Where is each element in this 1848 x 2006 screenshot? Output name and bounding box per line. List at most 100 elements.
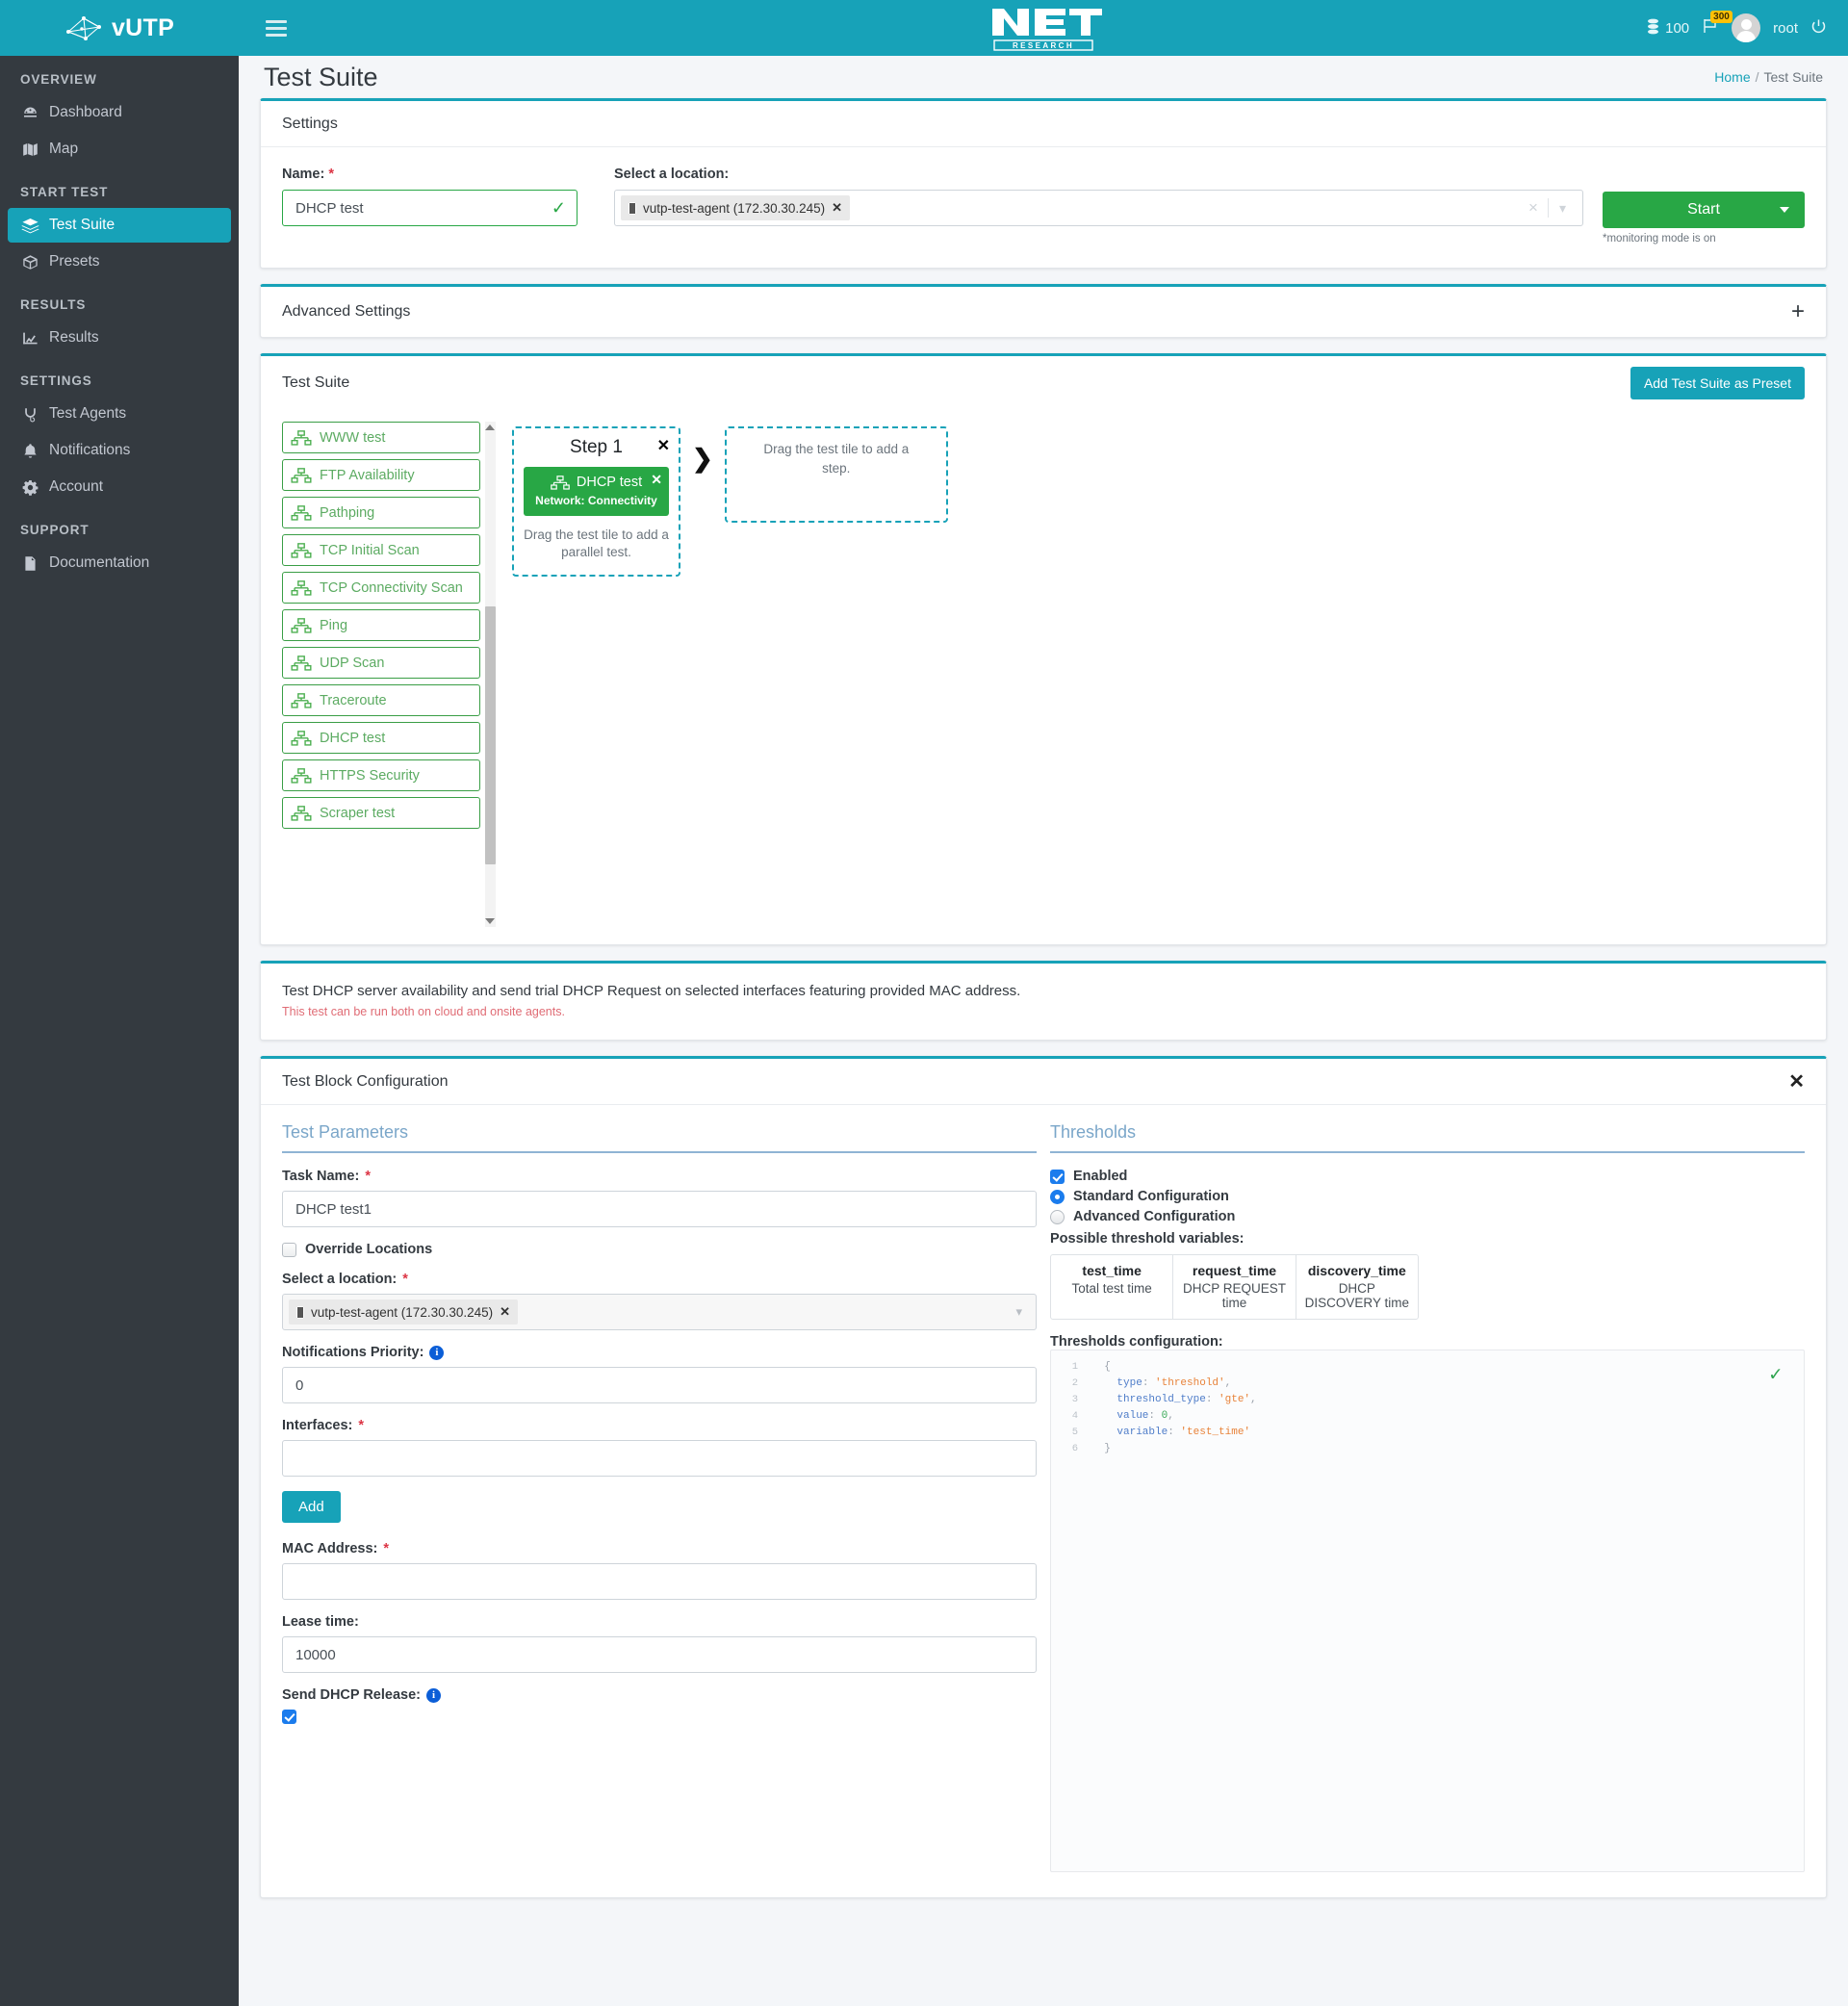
close-icon[interactable]: ✕	[1788, 1072, 1805, 1092]
suite-name-input[interactable]	[282, 190, 578, 226]
step-test-tile[interactable]: DHCP test Network: Connectivity ✕	[524, 467, 669, 516]
add-interface-group: Add	[282, 1491, 1037, 1523]
advanced-settings-card[interactable]: Advanced Settings +	[260, 284, 1827, 338]
line-number: 2	[1071, 1376, 1078, 1389]
location-chip: vutp-test-agent (172.30.30.245) ✕	[621, 195, 851, 220]
mac-address-group: MAC Address: *	[282, 1541, 1037, 1600]
start-button[interactable]: Start	[1603, 192, 1805, 228]
threshold-variable-desc: DHCP DISCOVERY time	[1304, 1281, 1409, 1310]
test-tile[interactable]: DHCP test	[282, 722, 480, 754]
tbc-location-multiselect[interactable]: vutp-test-agent (172.30.30.245) ✕ ▾	[282, 1294, 1037, 1330]
chip-remove-icon[interactable]: ✕	[500, 1304, 510, 1320]
chip-remove-icon[interactable]: ✕	[832, 200, 842, 216]
location-multiselect[interactable]: vutp-test-agent (172.30.30.245) ✕ × ▾	[614, 190, 1583, 226]
test-suite-card: Test Suite Add Test Suite as Preset WWW …	[260, 353, 1827, 945]
interfaces-input[interactable]	[282, 1440, 1037, 1477]
thresholds-configuration-label: Thresholds configuration:	[1050, 1334, 1223, 1350]
network-icon	[291, 542, 312, 558]
test-tile[interactable]: Ping	[282, 609, 480, 641]
code-text: }	[1104, 1442, 1111, 1454]
credits-indicator[interactable]: 100	[1647, 18, 1689, 39]
add-step-dropzone[interactable]: Drag the test tile to add a step.	[724, 426, 948, 523]
code-text: type: 'threshold',	[1116, 1376, 1232, 1389]
code-text: {	[1104, 1360, 1111, 1373]
standard-configuration-radio[interactable]	[1050, 1189, 1065, 1204]
sidebar-section-overview: OVERVIEW	[20, 72, 97, 87]
override-locations-row[interactable]: Override Locations	[282, 1242, 1037, 1257]
scrollbar-thumb[interactable]	[485, 606, 496, 864]
advanced-settings-header[interactable]: Advanced Settings +	[261, 287, 1826, 337]
notifications-priority-label: Notifications Priority: i	[282, 1345, 1037, 1360]
tbc-header: Test Block Configuration ✕	[261, 1059, 1826, 1105]
test-description-text: Test DHCP server availability and send t…	[282, 983, 1021, 999]
code-text: value: 0,	[1116, 1409, 1174, 1422]
test-tile[interactable]: TCP Connectivity Scan	[282, 572, 480, 604]
test-tile[interactable]: HTTPS Security	[282, 759, 480, 791]
sidebar-item-documentation[interactable]: Documentation	[8, 546, 231, 580]
avatar[interactable]	[1732, 13, 1761, 42]
sidebar-item-map[interactable]: Map	[8, 132, 231, 167]
task-name-input[interactable]	[282, 1191, 1037, 1227]
hamburger-icon[interactable]	[266, 16, 287, 40]
sidebar-item-dashboard[interactable]: Dashboard	[8, 95, 231, 130]
power-icon[interactable]	[1810, 18, 1827, 39]
override-locations-checkbox[interactable]	[282, 1242, 296, 1257]
thresholds-code-editor[interactable]: 1 {2 type: 'threshold', 3 threshold_type:…	[1050, 1350, 1805, 1872]
sidebar-item-results[interactable]: Results	[8, 321, 231, 355]
step-card-1[interactable]: Step 1 ✕ DHCP test Network: Connectivity…	[512, 426, 680, 578]
test-parameters-panel: Test Parameters Task Name:* Override Loc…	[282, 1122, 1037, 1872]
test-tile[interactable]: TCP Initial Scan	[282, 534, 480, 566]
scroll-up-icon[interactable]	[485, 424, 495, 430]
monitoring-mode-note: *monitoring mode is on	[1603, 233, 1716, 244]
chevron-down-icon[interactable]: ▾	[1015, 1304, 1030, 1320]
sidebar-item-presets[interactable]: Presets	[8, 244, 231, 279]
info-icon[interactable]: i	[429, 1345, 445, 1360]
scroll-down-icon[interactable]	[485, 918, 495, 924]
advanced-configuration-radio[interactable]	[1050, 1209, 1065, 1224]
name-field-group: Name: * ✓	[282, 167, 578, 226]
notifications-flag[interactable]: 300	[1702, 11, 1732, 39]
lease-time-input[interactable]	[282, 1636, 1037, 1673]
send-dhcp-release-checkbox[interactable]	[282, 1710, 296, 1724]
test-tile[interactable]: Scraper test	[282, 797, 480, 829]
palette-scrollbar[interactable]	[485, 422, 496, 927]
test-tile[interactable]: WWW test	[282, 422, 480, 453]
add-test-suite-as-preset-button[interactable]: Add Test Suite as Preset	[1630, 367, 1805, 399]
standard-configuration-row[interactable]: Standard Configuration	[1050, 1189, 1805, 1204]
breadcrumb-home[interactable]: Home	[1714, 69, 1750, 85]
brand-logo[interactable]: vUTP	[0, 0, 239, 56]
clear-selection-icon[interactable]: ×	[1519, 198, 1548, 218]
info-icon[interactable]: i	[425, 1687, 441, 1703]
test-tile[interactable]: UDP Scan	[282, 647, 480, 679]
tbc-location-chip-label: vutp-test-agent (172.30.30.245)	[311, 1304, 494, 1320]
step-close-icon[interactable]: ✕	[657, 436, 670, 455]
checkmark-icon: ✓	[551, 198, 566, 218]
network-icon	[291, 504, 312, 521]
add-interface-button[interactable]: Add	[282, 1491, 341, 1523]
network-graph-icon	[64, 13, 103, 42]
test-tile-label: TCP Initial Scan	[320, 542, 420, 558]
net-research-logo: RESEARCH	[981, 3, 1106, 58]
sidebar-item-notifications[interactable]: Notifications	[8, 433, 231, 468]
test-tile-palette: WWW test FTP Availability Pathping TCP Init…	[282, 422, 496, 927]
caret-down-icon[interactable]	[1780, 207, 1789, 213]
advanced-configuration-row[interactable]: Advanced Configuration	[1050, 1209, 1805, 1224]
thresholds-enabled-row[interactable]: Enabled	[1050, 1169, 1805, 1184]
remove-test-icon[interactable]: ✕	[651, 472, 662, 488]
task-name-group: Task Name: *	[282, 1169, 1037, 1227]
chevron-down-icon[interactable]: ▾	[1549, 200, 1577, 217]
notifications-priority-input[interactable]	[282, 1367, 1037, 1403]
plus-icon[interactable]: +	[1791, 300, 1805, 323]
sidebar-item-account[interactable]: Account	[8, 470, 231, 504]
test-tile[interactable]: Pathping	[282, 497, 480, 528]
sidebar-item-test-agents[interactable]: Test Agents	[8, 397, 231, 431]
lease-time-group: Lease time:	[282, 1614, 1037, 1673]
network-icon	[291, 805, 312, 821]
thresholds-enabled-checkbox[interactable]	[1050, 1169, 1065, 1184]
mac-address-input[interactable]	[282, 1563, 1037, 1600]
test-tile[interactable]: FTP Availability	[282, 459, 480, 491]
test-parameters-title: Test Parameters	[282, 1122, 1037, 1153]
agent-icon	[629, 201, 636, 215]
test-tile[interactable]: Traceroute	[282, 684, 480, 716]
sidebar-item-test-suite[interactable]: Test Suite	[8, 208, 231, 243]
